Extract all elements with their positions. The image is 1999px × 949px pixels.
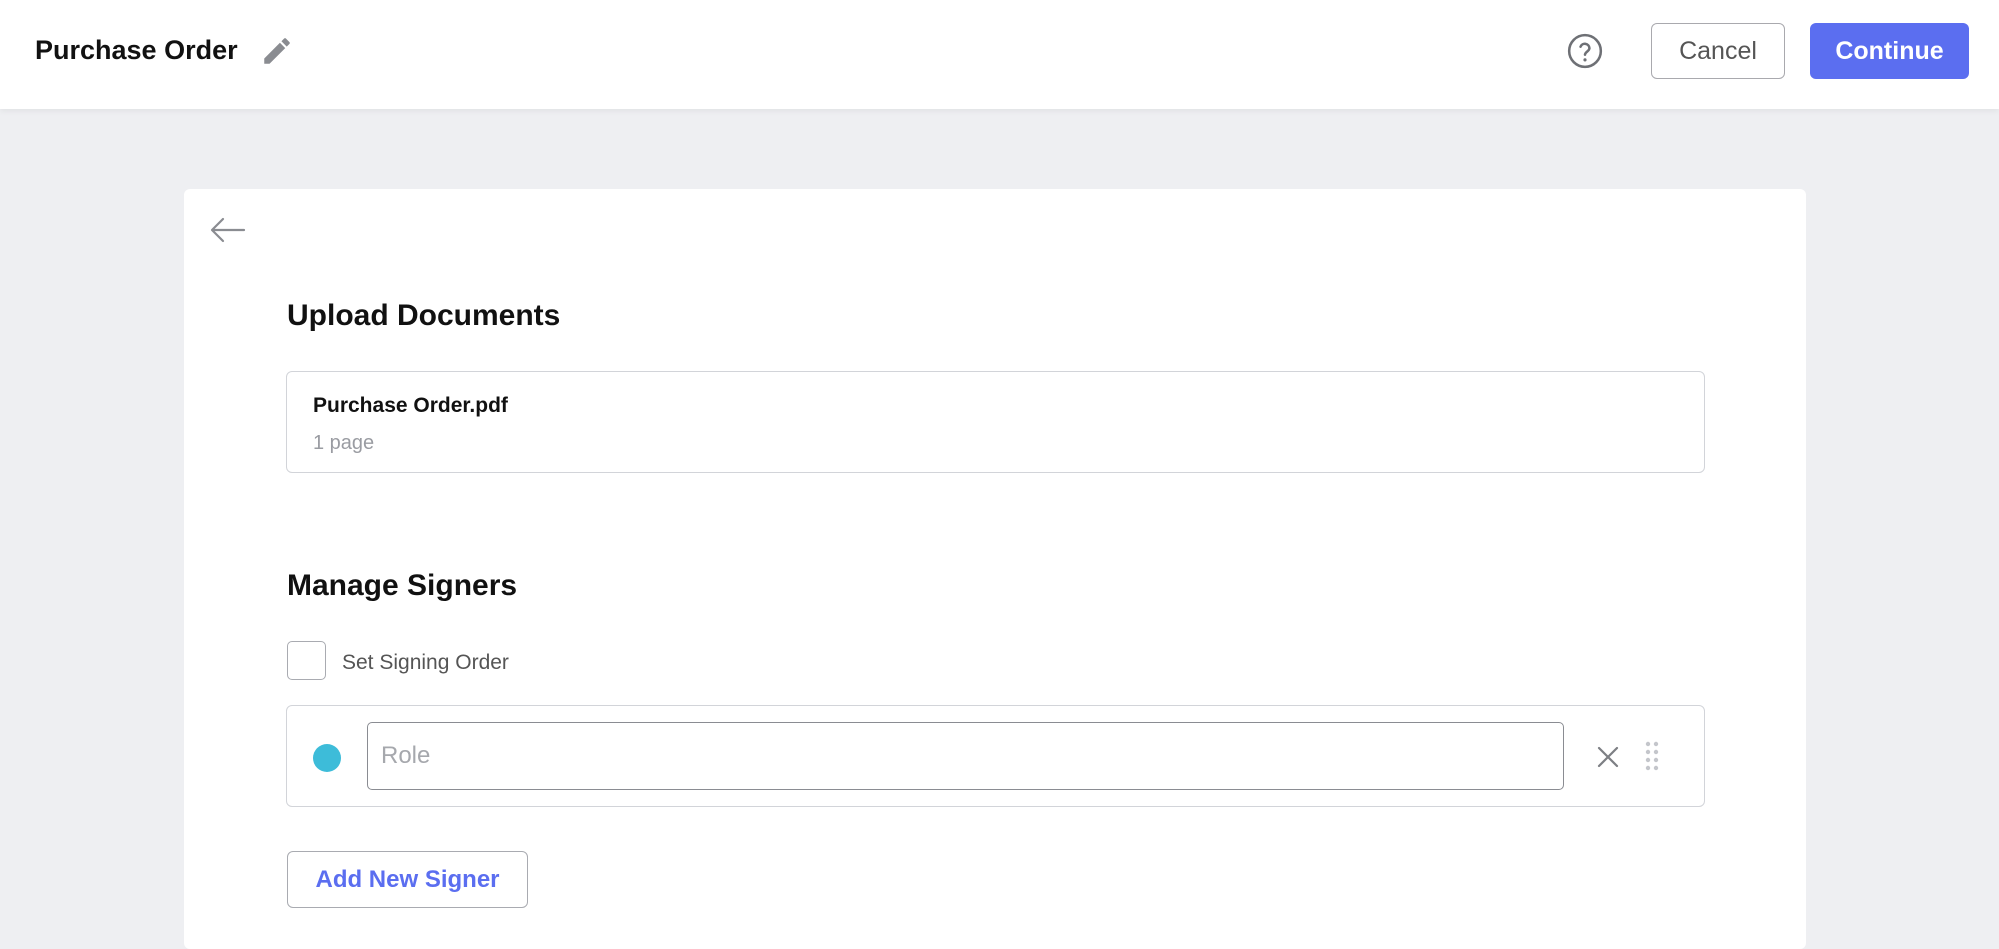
help-icon[interactable] <box>1566 32 1604 70</box>
document-filename: Purchase Order.pdf <box>313 394 508 417</box>
add-new-signer-button[interactable]: Add New Signer <box>287 851 528 908</box>
main-card: Upload Documents Purchase Order.pdf 1 pa… <box>184 189 1806 949</box>
back-arrow-icon[interactable] <box>210 217 246 243</box>
manage-signers-heading: Manage Signers <box>287 569 518 602</box>
pencil-icon[interactable] <box>260 34 294 68</box>
close-icon[interactable] <box>1596 745 1620 769</box>
signing-order-checkbox[interactable] <box>287 641 326 680</box>
top-bar: Purchase Order Cancel Continue <box>0 0 1999 109</box>
role-input[interactable] <box>367 722 1564 790</box>
cancel-button[interactable]: Cancel <box>1651 23 1785 79</box>
signing-order-label[interactable]: Set Signing Order <box>342 651 509 675</box>
upload-documents-heading: Upload Documents <box>287 299 561 332</box>
uploaded-document-card[interactable]: Purchase Order.pdf 1 page <box>286 371 1705 473</box>
continue-button[interactable]: Continue <box>1810 23 1969 79</box>
signer-color-dot <box>313 744 341 772</box>
document-title: Purchase Order <box>35 35 238 65</box>
document-page-count: 1 page <box>313 432 375 454</box>
drag-handle-icon[interactable] <box>1644 740 1660 772</box>
signer-row <box>286 705 1705 807</box>
